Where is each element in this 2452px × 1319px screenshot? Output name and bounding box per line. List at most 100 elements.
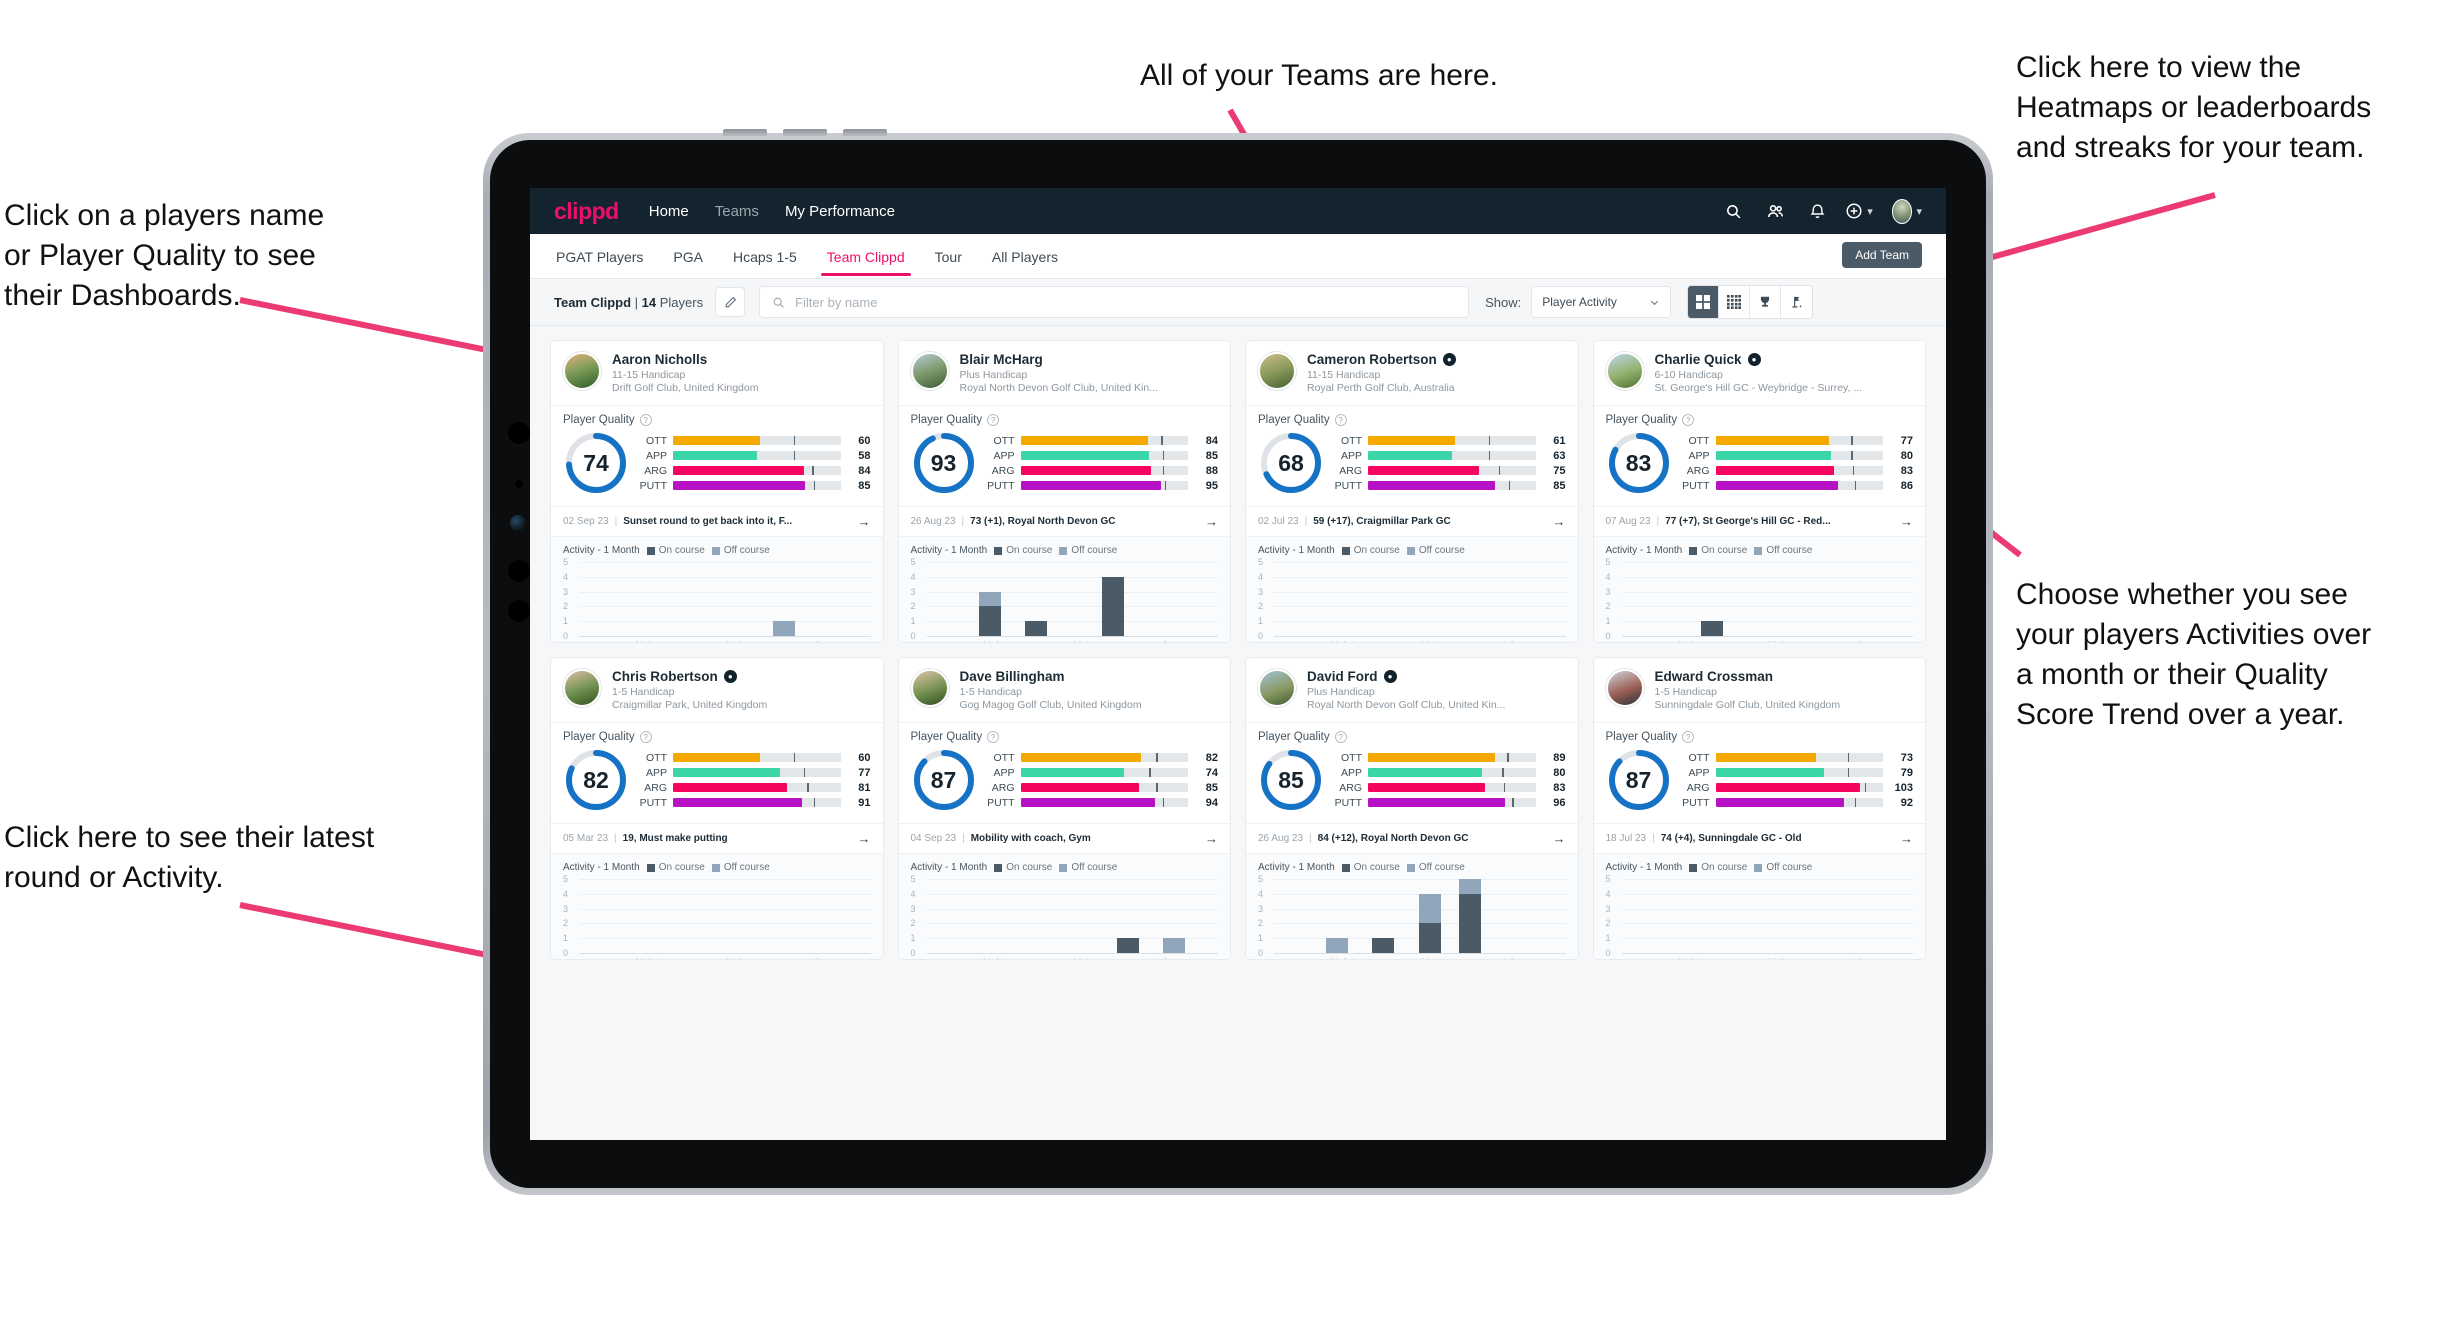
player-card[interactable]: Dave Billingham 1-5 Handicap Gog Magog Gol… bbox=[897, 657, 1231, 960]
player-card-header[interactable]: Blair McHarg Plus Handicap Royal North Dev… bbox=[899, 341, 1231, 405]
add-team-button[interactable]: Add Team bbox=[1842, 242, 1922, 268]
player-card[interactable]: David Ford ● Plus Handicap Royal North Devo… bbox=[1245, 657, 1579, 960]
player-name[interactable]: Charlie Quick bbox=[1655, 352, 1742, 367]
player-name-row[interactable]: Chris Robertson ● bbox=[612, 669, 767, 684]
player-name[interactable]: Dave Billingham bbox=[960, 669, 1065, 684]
help-icon[interactable]: ? bbox=[639, 414, 652, 426]
search-icon[interactable] bbox=[1718, 196, 1748, 226]
player-quality-section[interactable]: Player Quality? 82 OTT 60 APP 77 ARG 81 PUTT 91 bbox=[551, 722, 883, 823]
player-card-header[interactable]: Aaron Nicholls 11-15 Handicap Drift Golf C… bbox=[551, 341, 883, 405]
latest-round-row[interactable]: 02 Jul 23 | 59 (+17), Craigmillar Park GC → bbox=[1246, 506, 1578, 536]
quality-score-ring[interactable]: 74 bbox=[563, 430, 629, 496]
player-name[interactable]: Edward Crossman bbox=[1655, 669, 1774, 684]
player-name-row[interactable]: Cameron Robertson ● bbox=[1307, 352, 1456, 367]
avatar[interactable] bbox=[1258, 669, 1296, 707]
avatar[interactable] bbox=[1258, 352, 1296, 390]
player-card[interactable]: Aaron Nicholls 11-15 Handicap Drift Golf C… bbox=[550, 340, 884, 643]
avatar[interactable] bbox=[1605, 352, 1644, 390]
player-card[interactable]: Charlie Quick ● 6-10 Handicap St. George's … bbox=[1592, 340, 1926, 643]
latest-round-row[interactable]: 26 Aug 23 | 84 (+12), Royal North Devon GC… bbox=[1246, 823, 1578, 853]
player-name-row[interactable]: David Ford ● bbox=[1307, 669, 1505, 684]
player-name[interactable]: David Ford bbox=[1307, 669, 1378, 684]
quality-score-ring[interactable]: 93 bbox=[911, 430, 977, 496]
latest-round-row[interactable]: 18 Jul 23 | 74 (+4), Sunningdale GC - Old → bbox=[1593, 823, 1925, 853]
player-card-header[interactable]: David Ford ● Plus Handicap Royal North Devo… bbox=[1246, 658, 1578, 722]
trophy-view-icon[interactable] bbox=[1750, 286, 1782, 318]
latest-round-row[interactable]: 02 Sep 23 | Sunset round to get back into … bbox=[551, 506, 883, 536]
help-icon[interactable]: ? bbox=[1682, 414, 1695, 426]
help-icon[interactable]: ? bbox=[1334, 414, 1347, 426]
help-icon[interactable]: ? bbox=[639, 731, 652, 743]
power-button[interactable] bbox=[843, 129, 887, 136]
nav-link-my-performance[interactable]: My Performance bbox=[785, 203, 895, 220]
arrow-right-icon[interactable]: → bbox=[1553, 514, 1566, 529]
plus-circle-icon[interactable]: ▾ bbox=[1844, 196, 1874, 226]
tab-pgat-players[interactable]: PGAT Players bbox=[554, 237, 645, 276]
tab-pga[interactable]: PGA bbox=[671, 237, 705, 276]
show-select[interactable]: Player Activity bbox=[1531, 286, 1672, 318]
player-card[interactable]: Cameron Robertson ● 11-15 Handicap Royal Pe… bbox=[1245, 340, 1579, 643]
help-icon[interactable]: ? bbox=[1334, 731, 1347, 743]
edit-team-button[interactable] bbox=[715, 287, 746, 317]
player-card-header[interactable]: Edward Crossman 1-5 Handicap Sunningdale G… bbox=[1594, 658, 1926, 722]
volume-button-1[interactable] bbox=[723, 129, 767, 136]
tab-all-players[interactable]: All Players bbox=[990, 237, 1060, 276]
arrow-right-icon[interactable]: → bbox=[1900, 514, 1913, 529]
arrow-right-icon[interactable]: → bbox=[1900, 831, 1913, 846]
player-card-header[interactable]: Cameron Robertson ● 11-15 Handicap Royal Pe… bbox=[1246, 341, 1578, 405]
quality-score-ring[interactable]: 82 bbox=[563, 747, 629, 813]
player-name-row[interactable]: Charlie Quick ● bbox=[1655, 352, 1863, 367]
arrow-right-icon[interactable]: → bbox=[1205, 514, 1218, 529]
arrow-right-icon[interactable]: → bbox=[1205, 831, 1218, 846]
player-quality-section[interactable]: Player Quality? 83 OTT 77 APP 80 ARG 83 PUTT 86 bbox=[1593, 405, 1925, 506]
player-name[interactable]: Chris Robertson bbox=[612, 669, 718, 684]
arrow-right-icon[interactable]: → bbox=[858, 831, 871, 846]
quality-score-ring[interactable]: 85 bbox=[1258, 747, 1324, 813]
player-card[interactable]: Blair McHarg Plus Handicap Royal North Dev… bbox=[897, 340, 1231, 643]
quality-score-ring[interactable]: 87 bbox=[1606, 747, 1672, 813]
grid-view-icon[interactable] bbox=[1688, 286, 1720, 318]
player-card-header[interactable]: Dave Billingham 1-5 Handicap Gog Magog Gol… bbox=[899, 658, 1231, 722]
help-icon[interactable]: ? bbox=[1682, 731, 1695, 743]
team-icon[interactable] bbox=[1760, 196, 1790, 226]
help-icon[interactable]: ? bbox=[987, 731, 1000, 743]
player-name[interactable]: Cameron Robertson bbox=[1307, 352, 1437, 367]
player-quality-section[interactable]: Player Quality? 74 OTT 60 APP 58 ARG 84 PUTT 85 bbox=[551, 405, 883, 506]
player-quality-section[interactable]: Player Quality? 87 OTT 73 APP 79 ARG 103 PUTT 92 bbox=[1593, 722, 1925, 823]
player-name-row[interactable]: Blair McHarg bbox=[960, 352, 1158, 367]
quality-score-ring[interactable]: 83 bbox=[1606, 430, 1672, 496]
player-card-header[interactable]: Chris Robertson ● 1-5 Handicap Craigmillar … bbox=[551, 658, 883, 722]
player-name-row[interactable]: Aaron Nicholls bbox=[612, 352, 758, 367]
player-name[interactable]: Aaron Nicholls bbox=[612, 352, 707, 367]
tab-tour[interactable]: Tour bbox=[933, 237, 964, 276]
quality-score-ring[interactable]: 87 bbox=[911, 747, 977, 813]
golf-pin-view-icon[interactable] bbox=[1781, 286, 1812, 318]
arrow-right-icon[interactable]: → bbox=[858, 514, 871, 529]
avatar[interactable] bbox=[910, 669, 949, 707]
avatar[interactable] bbox=[563, 669, 601, 707]
clippd-logo[interactable]: clippd bbox=[554, 198, 619, 225]
nav-link-home[interactable]: Home bbox=[649, 203, 689, 220]
player-quality-section[interactable]: Player Quality? 68 OTT 61 APP 63 ARG 75 PUTT 85 bbox=[1246, 405, 1578, 506]
player-name-row[interactable]: Dave Billingham bbox=[960, 669, 1142, 684]
avatar[interactable] bbox=[910, 352, 949, 390]
quality-score-ring[interactable]: 68 bbox=[1258, 430, 1324, 496]
avatar[interactable]: ▾ bbox=[1892, 196, 1922, 226]
bell-icon[interactable] bbox=[1802, 196, 1832, 226]
player-card-header[interactable]: Charlie Quick ● 6-10 Handicap St. George's … bbox=[1594, 341, 1926, 405]
player-name[interactable]: Blair McHarg bbox=[960, 352, 1043, 367]
player-name-row[interactable]: Edward Crossman bbox=[1655, 669, 1841, 684]
player-quality-section[interactable]: Player Quality? 85 OTT 89 APP 80 ARG 83 PUTT 96 bbox=[1246, 722, 1578, 823]
volume-button-2[interactable] bbox=[783, 129, 827, 136]
latest-round-row[interactable]: 05 Mar 23 | 19, Must make putting → bbox=[551, 823, 883, 853]
heatmap-view-icon[interactable] bbox=[1719, 286, 1751, 318]
tab-team-clippd[interactable]: Team Clippd bbox=[820, 237, 911, 276]
latest-round-row[interactable]: 07 Aug 23 | 77 (+7), St George's Hill GC -… bbox=[1593, 506, 1925, 536]
arrow-right-icon[interactable]: → bbox=[1553, 831, 1566, 846]
avatar[interactable] bbox=[1605, 669, 1644, 707]
player-quality-section[interactable]: Player Quality? 87 OTT 82 APP 74 ARG 85 PUTT 94 bbox=[898, 722, 1230, 823]
nav-link-teams[interactable]: Teams bbox=[715, 203, 759, 220]
player-card[interactable]: Edward Crossman 1-5 Handicap Sunningdale G… bbox=[1592, 657, 1926, 960]
search-input[interactable]: Filter by name bbox=[759, 286, 1470, 318]
tab-hcaps-1-5[interactable]: Hcaps 1-5 bbox=[731, 237, 799, 276]
